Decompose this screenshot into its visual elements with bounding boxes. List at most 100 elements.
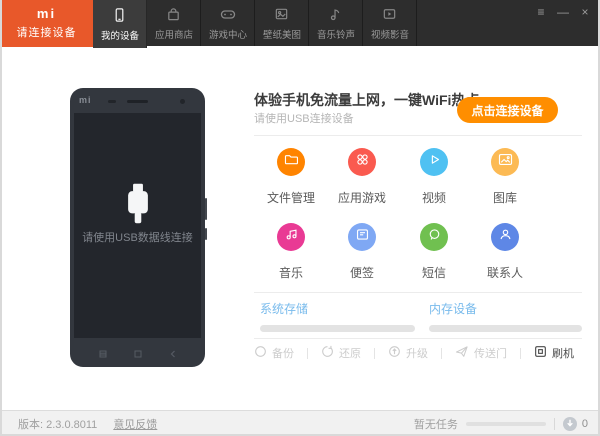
app-notes[interactable]: 便签 [326, 223, 398, 281]
shopping-bag-icon [166, 6, 181, 22]
tab-label: 游戏中心 [208, 29, 247, 41]
system-storage-bar [260, 325, 415, 332]
tab-music[interactable]: 音乐铃声 [309, 0, 363, 46]
feedback-link[interactable]: 意见反馈 [113, 416, 157, 432]
header: mi 请连接设备 我的设备 应用商店 游戏中心 壁纸美图 音乐铃声 视频影音 ≡… [2, 0, 598, 48]
version-value: 2.3.0.8011 [46, 418, 98, 431]
page-title: 体验手机免流量上网，一键WiFi热点 [254, 92, 480, 108]
app-video[interactable]: 视频 [398, 148, 470, 206]
backup-button[interactable]: 备份 [254, 345, 294, 361]
flash-rom-button[interactable]: 刷机 [534, 345, 574, 361]
restore-button[interactable]: 还原 [321, 345, 361, 361]
brand-block: mi 请连接设备 [2, 0, 93, 47]
app-music[interactable]: 音乐 [255, 223, 327, 281]
app-apps-games[interactable]: 应用游戏 [326, 148, 398, 206]
close-icon[interactable]: × [578, 5, 592, 19]
phone-sensor [108, 100, 116, 103]
tab-label: 应用商店 [154, 29, 193, 41]
gamepad-icon [220, 6, 236, 22]
app-label: 视频 [421, 191, 446, 205]
phone-screen: 请使用USB数据线连接 [74, 113, 201, 338]
backup-icon [254, 345, 267, 361]
memory-device-label[interactable]: 内存设备 [429, 300, 582, 317]
tab-game-center[interactable]: 游戏中心 [201, 0, 255, 46]
tab-app-store[interactable]: 应用商店 [147, 0, 201, 46]
portal-icon [455, 345, 469, 361]
phone-nav-bar [70, 345, 205, 359]
tab-wallpapers[interactable]: 壁纸美图 [255, 0, 309, 46]
tool-separator [520, 347, 521, 359]
tab-label: 音乐铃声 [316, 29, 355, 41]
phone-speaker [127, 100, 148, 103]
android-home-icon [134, 345, 142, 359]
app-label: 音乐 [278, 266, 303, 280]
phone-icon [112, 7, 127, 23]
restore-icon [321, 345, 334, 361]
system-storage-label[interactable]: 系统存储 [260, 300, 415, 317]
tab-label: 我的设备 [100, 30, 139, 42]
app-gallery[interactable]: 图库 [469, 148, 541, 206]
wallpaper-icon [274, 6, 289, 22]
phone-mi-logo: mi [79, 95, 92, 105]
phone-illustration: mi 请使用USB数据线连接 [70, 88, 207, 367]
music-note-icon [328, 6, 343, 22]
usb-connect-message: 请使用USB数据线连接 [82, 232, 193, 244]
chat-icon [426, 226, 443, 248]
android-menu-icon [99, 345, 107, 359]
app-file-manager[interactable]: 文件管理 [255, 148, 327, 206]
upgrade-icon [388, 345, 401, 361]
person-icon [497, 226, 514, 248]
status-bar: 版本: 2.3.0.8011 意见反馈 暂无任务 0 [2, 410, 598, 434]
music-icon [283, 226, 300, 248]
main-tabs: 我的设备 应用商店 游戏中心 壁纸美图 音乐铃声 视频影音 [93, 0, 417, 48]
tool-separator [441, 347, 442, 359]
app-label: 应用游戏 [337, 191, 386, 205]
version-label: 版本: 2.3.0.8011 [18, 418, 98, 431]
phone-camera [180, 99, 185, 104]
play-icon [426, 151, 443, 173]
flash-rom-icon [534, 345, 547, 361]
note-icon [354, 226, 371, 248]
phone-volume-button [205, 198, 207, 220]
tab-my-device[interactable]: 我的设备 [93, 0, 147, 48]
app-label: 图库 [492, 191, 517, 205]
portal-button[interactable]: 传送门 [455, 345, 507, 361]
app-contacts[interactable]: 联系人 [469, 223, 541, 281]
app-label: 短信 [421, 266, 446, 280]
minimize-icon[interactable]: — [556, 5, 570, 19]
apps-icon [354, 151, 371, 173]
task-status: 暂无任务 [413, 418, 458, 431]
app-window: mi 请连接设备 我的设备 应用商店 游戏中心 壁纸美图 音乐铃声 视频影音 ≡… [0, 0, 600, 436]
memory-device: 内存设备 [429, 300, 582, 332]
app-label: 联系人 [486, 266, 523, 280]
upgrade-button[interactable]: 升级 [388, 345, 428, 361]
page-subtitle: 请使用USB连接设备 [254, 113, 354, 125]
download-icon[interactable] [562, 416, 577, 431]
window-controls: ≡ — × [534, 5, 592, 19]
tab-label: 壁纸美图 [262, 29, 301, 41]
divider [254, 292, 582, 293]
download-count: 0 [581, 417, 588, 430]
task-progress-bar [465, 421, 546, 426]
system-storage: 系统存储 [260, 300, 415, 332]
tab-video[interactable]: 视频影音 [363, 0, 417, 46]
memory-device-bar [429, 325, 582, 332]
android-back-icon [169, 345, 177, 359]
phone-power-button [205, 228, 207, 240]
menu-icon[interactable]: ≡ [534, 5, 548, 19]
app-sms[interactable]: 短信 [398, 223, 470, 281]
tool-separator [307, 347, 308, 359]
connect-device-button[interactable]: 点击连接设备 [457, 97, 558, 123]
connection-status: 请连接设备 [16, 27, 77, 39]
app-label: 文件管理 [266, 191, 315, 205]
statusbar-separator [553, 417, 555, 430]
tool-separator [374, 347, 375, 359]
folder-icon [283, 151, 300, 173]
video-icon [382, 6, 397, 22]
divider [254, 135, 582, 136]
mi-logo: mi [36, 6, 57, 21]
tab-label: 视频影音 [370, 29, 409, 41]
tools-bar: 备份 还原 升级 传送门 刷机 [254, 345, 574, 361]
gallery-icon [497, 151, 514, 173]
divider [254, 338, 582, 339]
